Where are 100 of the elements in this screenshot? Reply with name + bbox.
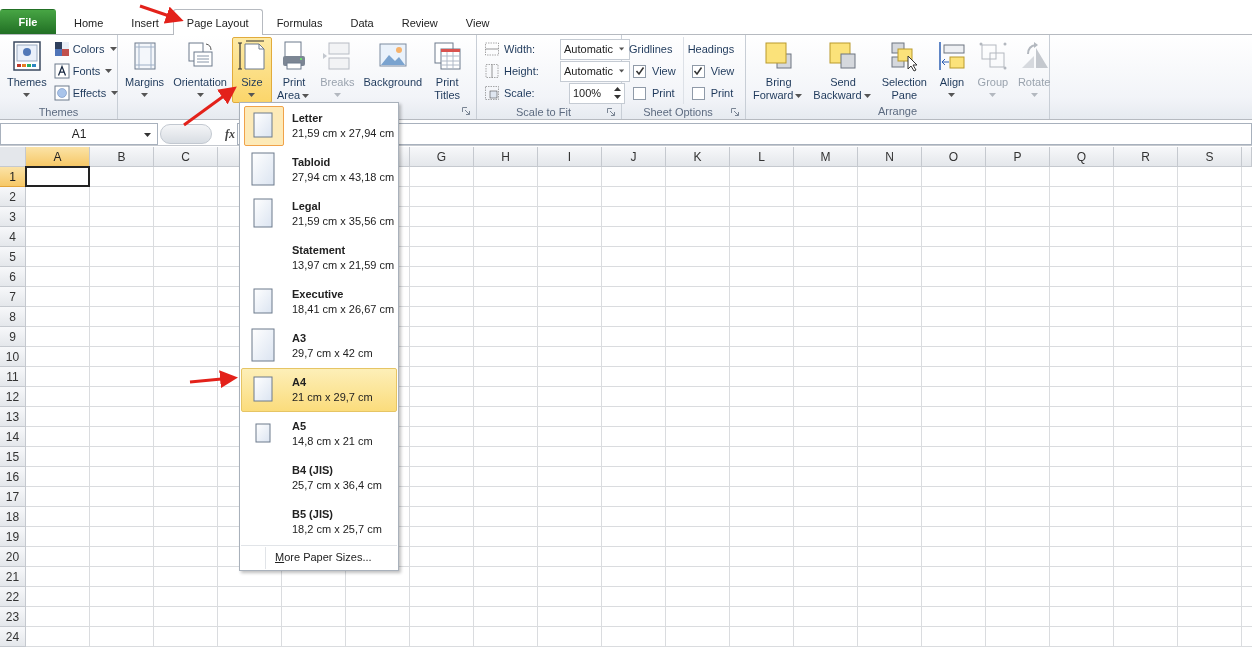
column-header[interactable]: Q [1050,147,1114,167]
active-cell[interactable] [25,166,90,187]
row-header[interactable]: 22 [0,587,26,607]
page-size-icon [235,40,268,72]
ribbon-button[interactable]: Background [359,37,427,103]
column-header[interactable]: K [666,147,730,167]
column-header[interactable]: L [730,147,794,167]
file-tab[interactable]: File [0,9,56,34]
column-header[interactable]: O [922,147,986,167]
row-header[interactable]: 12 [0,387,26,407]
row-header[interactable]: 7 [0,287,26,307]
row-header[interactable]: 20 [0,547,26,567]
ribbon-tab[interactable]: Data [336,11,388,34]
row-header[interactable]: 13 [0,407,26,427]
ribbon-tab[interactable]: Page Layout [172,9,263,35]
row-header[interactable]: 17 [0,487,26,507]
caret-icon [144,132,151,137]
dialog-launcher-icon[interactable] [607,108,615,117]
checkbox[interactable] [691,86,705,100]
group-label: Sheet Options [642,105,714,120]
row-header[interactable]: 24 [0,627,26,647]
paper-size-option[interactable]: Statement 13,97 cm x 21,59 cm [241,236,397,280]
ribbon-tab[interactable]: Insert [117,11,173,34]
spinner-arrows-icon[interactable] [614,87,621,99]
ribbon-button[interactable]: Fonts [51,60,123,82]
row-header[interactable]: 21 [0,567,26,587]
ribbon-button[interactable]: Bring Forward [749,37,809,103]
paper-size-option[interactable]: B4 (JIS) 25,7 cm x 36,4 cm [241,456,397,500]
ribbon-button[interactable]: Size [231,37,272,103]
paper-size-option[interactable]: Legal 21,59 cm x 35,56 cm [241,192,397,236]
name-box[interactable]: A1 [0,122,158,145]
row-header[interactable]: 23 [0,607,26,627]
menu-item[interactable]: More Paper Sizes... [265,546,372,569]
ribbon-button[interactable]: Print Area [272,37,316,103]
width-icon [484,41,500,57]
row-header[interactable]: 1 [0,167,26,187]
row-header[interactable]: 9 [0,327,26,347]
ribbon-button[interactable]: Effects [51,82,123,104]
function-button[interactable]: fx [225,124,235,143]
ribbon-button[interactable]: Themes [3,37,51,103]
row-header[interactable]: 2 [0,187,26,207]
column-header[interactable]: P [986,147,1050,167]
column-header[interactable]: G [410,147,474,167]
group-label: Themes [37,105,80,120]
ribbon-button[interactable]: Align [931,37,972,103]
row-header[interactable]: 8 [0,307,26,327]
ribbon-button[interactable]: Send Backward [809,37,877,103]
row-header[interactable]: 16 [0,467,26,487]
row-header[interactable]: 3 [0,207,26,227]
row-header[interactable]: 19 [0,527,26,547]
row-header[interactable]: 4 [0,227,26,247]
column-header[interactable]: A [26,147,90,167]
column-header[interactable]: I [538,147,602,167]
paper-size-option[interactable]: B5 (JIS) 18,2 cm x 25,7 cm [241,500,397,544]
dropdown-field[interactable]: Automatic [560,60,630,82]
row-header[interactable]: 18 [0,507,26,527]
paper-size-option[interactable]: Executive 18,41 cm x 26,67 cm [241,280,397,324]
arrow [183,86,237,127]
column-header[interactable]: J [602,147,666,167]
checkbox[interactable] [633,86,646,100]
splitter-handle[interactable] [160,123,212,144]
column-header[interactable]: R [1114,147,1178,167]
checkbox-label: Print [710,85,734,101]
checkbox[interactable] [691,64,705,78]
ribbon-button[interactable]: Margins [121,37,169,103]
checkbox[interactable] [633,64,646,78]
column-header[interactable]: N [858,147,922,167]
row-header[interactable]: 14 [0,427,26,447]
row-header[interactable]: 10 [0,347,26,367]
ribbon-button[interactable]: Print Titles [427,37,468,103]
ribbon-button[interactable]: Selection Pane [877,37,931,103]
paper-size-option[interactable]: A5 14,8 cm x 21 cm [241,412,397,456]
column-header[interactable]: H [474,147,538,167]
dropdown-field[interactable]: Automatic [560,38,630,60]
row-header[interactable]: 6 [0,267,26,287]
spreadsheet-icon [431,40,464,72]
ribbon-tab[interactable]: View [451,11,504,34]
column-header[interactable]: M [794,147,858,167]
column-header[interactable]: C [154,147,218,167]
row-header[interactable]: 5 [0,247,26,267]
ribbon-button[interactable]: Colors [51,38,123,60]
ribbon-tab[interactable]: Formulas [262,11,337,34]
scale-icon [484,85,500,101]
paper-size-option[interactable]: A3 29,7 cm x 42 cm [241,324,397,368]
ribbon-tab[interactable]: Review [387,11,452,34]
dialog-launcher-icon[interactable] [462,107,470,115]
row-header[interactable]: 15 [0,447,26,467]
column-header[interactable]: B [90,147,154,167]
row-header[interactable]: 11 [0,367,26,387]
layers-icon [827,40,859,72]
ribbon-tab[interactable]: Home [60,11,118,34]
paper-size-option[interactable]: Tabloid 27,94 cm x 43,18 cm [241,148,397,192]
spin-field[interactable]: 100% [569,82,625,104]
section-heading: Gridlines [629,42,674,57]
ribbon-button[interactable]: Orientation [169,37,231,103]
checkbox-label: View [710,63,735,79]
paper-size-option[interactable]: Letter 21,59 cm x 27,94 cm [241,104,397,148]
column-header[interactable]: S [1178,147,1242,167]
dialog-launcher-icon[interactable] [731,108,739,117]
paper-size-option[interactable]: A4 21 cm x 29,7 cm [241,368,397,412]
